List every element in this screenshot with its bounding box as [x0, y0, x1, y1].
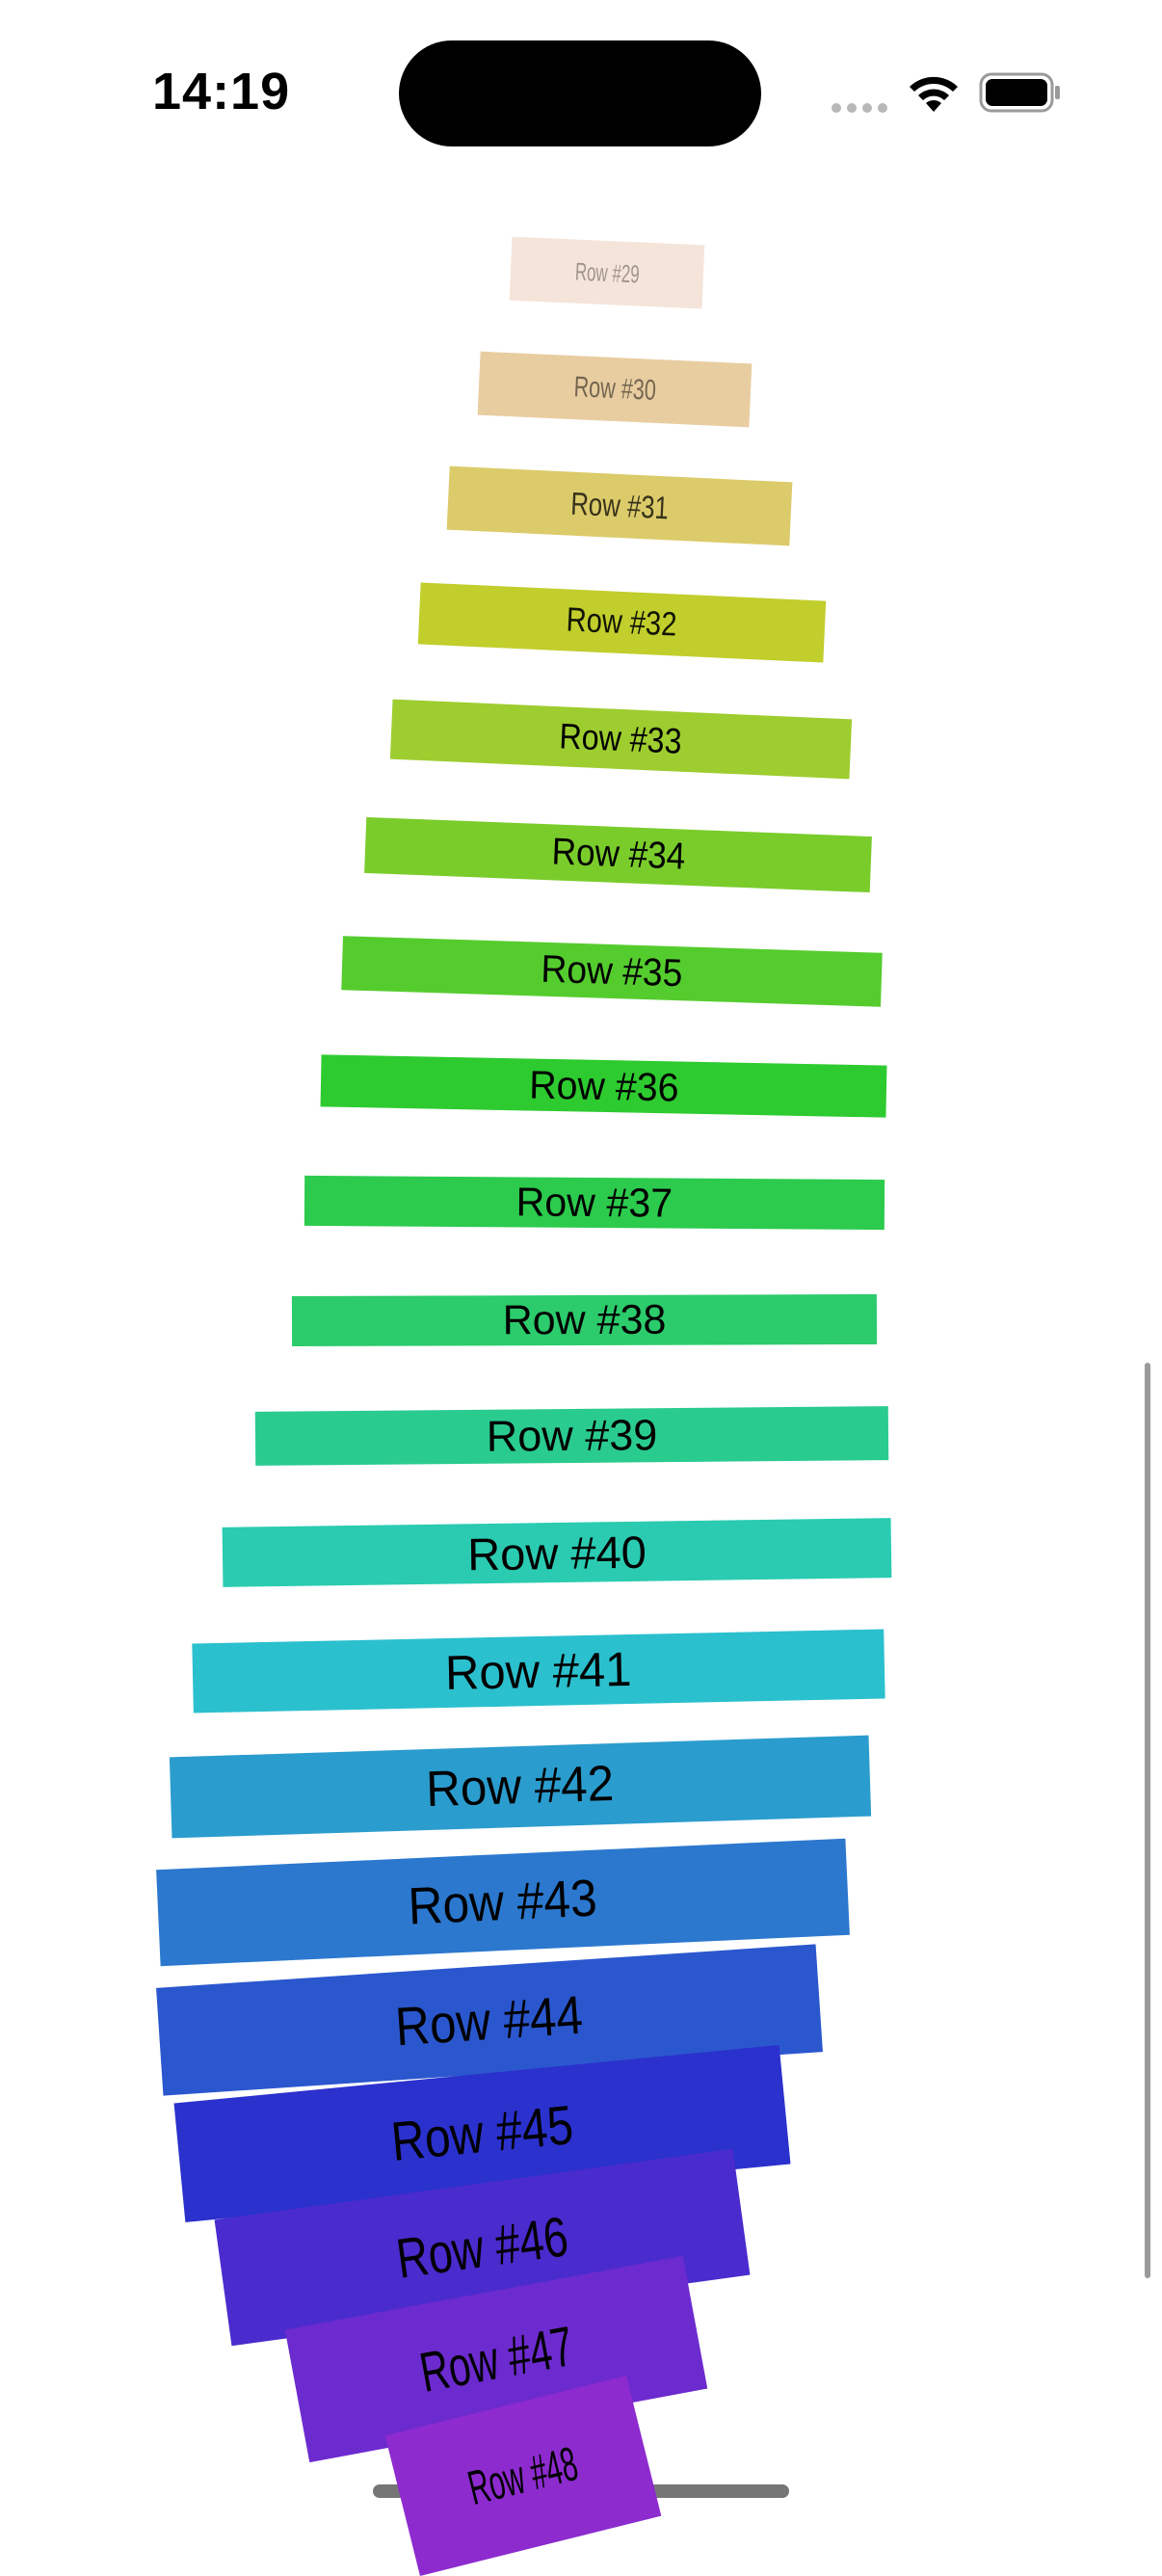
row-label: Row #40 [466, 1526, 647, 1580]
row-label: Row #32 [566, 600, 678, 644]
list-row[interactable]: Row #32 [417, 582, 827, 663]
list-row[interactable]: Row #36 [320, 1054, 887, 1118]
list-row[interactable]: Row #42 [169, 1735, 872, 1839]
list-row[interactable]: Row #34 [364, 816, 872, 893]
row-label: Row #38 [502, 1296, 667, 1343]
row-label: Row #46 [392, 2204, 572, 2291]
list-row[interactable]: Row #31 [446, 465, 793, 546]
row-label: Row #34 [550, 831, 686, 878]
row-label: Row #35 [540, 947, 684, 995]
row-label: Row #31 [569, 485, 670, 526]
list-row[interactable]: Row #38 [291, 1293, 878, 1347]
row-label: Row #39 [486, 1410, 658, 1461]
row-label: Row #30 [572, 371, 657, 407]
row-label: Row #41 [444, 1641, 633, 1701]
vertical-scroll-indicator[interactable] [1145, 1363, 1150, 2278]
list-row[interactable]: Row #35 [341, 936, 883, 1007]
row-label: Row #33 [559, 716, 683, 761]
row-label: Row #29 [574, 256, 640, 288]
row-label: Row #44 [393, 1983, 586, 2057]
row-label: Row #45 [388, 2094, 576, 2173]
row-label: Row #47 [414, 2314, 578, 2404]
list-row[interactable]: Row #40 [222, 1518, 892, 1587]
list-row[interactable]: Row #43 [156, 1838, 850, 1967]
row-label: Row #42 [425, 1755, 616, 1819]
list-row[interactable]: Row #41 [192, 1629, 885, 1713]
row-label: Row #37 [515, 1179, 673, 1226]
list-row[interactable]: Row #37 [304, 1175, 885, 1231]
list-row[interactable]: Row #39 [254, 1406, 889, 1466]
list-row[interactable]: Row #29 [509, 236, 705, 309]
rotating-row-list[interactable]: Row #29 Row #30 Row #31 Row #32 Row #33 Row #… [0, 0, 1162, 2576]
row-label: Row #48 [462, 2435, 584, 2516]
list-row[interactable]: Row #30 [477, 351, 753, 428]
row-label: Row #36 [528, 1062, 679, 1109]
list-row[interactable]: Row #33 [389, 699, 853, 780]
row-label: Row #43 [407, 1869, 599, 1936]
